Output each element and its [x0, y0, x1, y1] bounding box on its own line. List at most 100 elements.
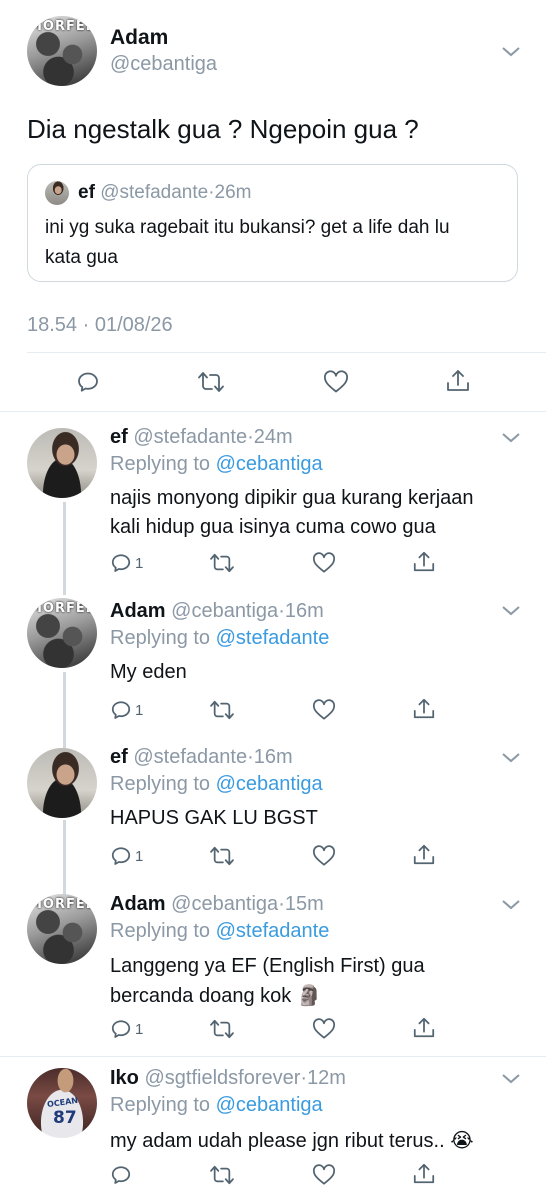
share-icon: [413, 1163, 435, 1184]
retweet-icon: [210, 846, 234, 866]
reply-text-line1: my adam udah please jgn ribut terus..: [110, 1130, 445, 1152]
reply-icon: [111, 554, 131, 572]
reply-time: 12m: [307, 1067, 346, 1089]
reply-icon: [111, 701, 131, 719]
replying-to-label: Replying to: [110, 1094, 211, 1116]
retweet-button[interactable]: [209, 1018, 235, 1040]
reply-author-handle[interactable]: @sgtfieldsforever: [144, 1067, 300, 1089]
reply-author-name[interactable]: Iko: [110, 1067, 139, 1089]
like-button[interactable]: [312, 1018, 336, 1040]
retweet-icon: [210, 700, 234, 720]
reply-author-name[interactable]: Adam: [110, 893, 166, 915]
share-icon: [447, 370, 469, 391]
reply-button[interactable]: [110, 1164, 132, 1186]
like-button[interactable]: [312, 845, 336, 867]
share-button[interactable]: [412, 1162, 436, 1186]
main-timestamp[interactable]: 18.54 · 01/08/26: [27, 314, 173, 337]
reply-button[interactable]: 1: [110, 845, 143, 867]
reply-count: 1: [135, 1020, 144, 1038]
quote-tweet-card[interactable]: ef @stefadante·26m ini yg suka ragebait …: [27, 164, 518, 282]
retweet-icon: [210, 1165, 234, 1185]
main-share-button[interactable]: [445, 368, 471, 394]
reply-text-line2: bercanda doang kok: [110, 985, 292, 1007]
retweet-button[interactable]: [209, 552, 235, 574]
quote-author-name: ef: [78, 182, 95, 203]
separator-dot: ·: [247, 746, 254, 768]
reply-author-avatar[interactable]: [27, 748, 97, 818]
reply-button[interactable]: 1: [110, 699, 143, 721]
main-like-button[interactable]: [323, 370, 349, 394]
like-icon: [324, 370, 348, 393]
reply-count: 1: [135, 554, 144, 572]
main-author-name[interactable]: Adam: [110, 26, 168, 50]
retweet-button[interactable]: [209, 1164, 235, 1186]
replying-to-label: Replying to: [110, 627, 211, 649]
replying-to-link[interactable]: @cebantiga: [216, 773, 323, 795]
reply-author-handle[interactable]: @cebantiga: [171, 893, 278, 915]
like-button[interactable]: [312, 1164, 336, 1186]
reply-author-handle[interactable]: @stefadante: [133, 746, 247, 768]
reply-author-name[interactable]: ef: [110, 746, 128, 768]
thread-line: [63, 820, 66, 895]
replying-to-label: Replying to: [110, 773, 211, 795]
replying-to-link[interactable]: @stefadante: [216, 920, 330, 942]
share-button[interactable]: [412, 550, 436, 574]
reply-author-avatar[interactable]: [27, 428, 97, 498]
reply-time: 24m: [253, 426, 293, 448]
reply-text-line1: najis monyong dipikir gua kurang kerjaan: [110, 487, 474, 509]
reply-text-line2: kali hidup gua isinya cuma cowo gua: [110, 516, 436, 538]
main-reply-button[interactable]: [76, 370, 100, 394]
thread-line: [63, 672, 66, 748]
separator-dot: ·: [247, 426, 254, 448]
reply-text-line1: Langgeng ya EF (English First) gua: [110, 955, 425, 977]
replying-to-link[interactable]: @cebantiga: [216, 1094, 323, 1116]
like-icon: [313, 699, 335, 720]
main-author-avatar[interactable]: MORFEE: [27, 16, 97, 86]
retweet-button[interactable]: [209, 699, 235, 721]
divider: [0, 411, 546, 412]
reply-author-avatar[interactable]: MORFEE: [27, 598, 97, 668]
chevron-down-icon[interactable]: [502, 606, 520, 616]
share-button[interactable]: [412, 843, 436, 867]
reply-author-name[interactable]: ef: [110, 426, 128, 448]
retweet-button[interactable]: [209, 845, 235, 867]
quote-text-line1: ini yg suka ragebait itu bukansi? get a …: [45, 217, 450, 238]
replying-to-link[interactable]: @stefadante: [216, 627, 330, 649]
separator-dot: ·: [278, 600, 285, 622]
like-button[interactable]: [312, 699, 336, 721]
quote-text-line2: kata gua: [45, 247, 118, 268]
reply-author-handle[interactable]: @cebantiga: [171, 600, 278, 622]
chevron-down-icon[interactable]: [502, 47, 520, 57]
main-author-handle[interactable]: @cebantiga: [110, 53, 217, 76]
retweet-icon: [198, 372, 224, 392]
chevron-down-icon[interactable]: [502, 900, 520, 910]
share-button[interactable]: [412, 697, 436, 721]
reply-icon: [111, 1166, 131, 1184]
like-icon: [313, 552, 335, 573]
avatar-overlay-text: MORFEE: [29, 897, 96, 912]
reply-button[interactable]: 1: [110, 552, 143, 574]
reply-button[interactable]: 1: [110, 1018, 143, 1040]
reply-author-name[interactable]: Adam: [110, 600, 166, 622]
avatar-overlay-text: MORFEE: [29, 601, 96, 616]
separator-dot: ·: [278, 893, 285, 915]
quote-author-avatar: [45, 181, 69, 205]
chevron-down-icon[interactable]: [502, 1074, 520, 1084]
quote-time: 26m: [214, 182, 252, 203]
chevron-down-icon[interactable]: [502, 433, 520, 443]
replying-to-link[interactable]: @cebantiga: [216, 453, 323, 475]
retweet-icon: [210, 553, 234, 573]
chevron-down-icon[interactable]: [502, 753, 520, 763]
reply-author-avatar[interactable]: MORFEE: [27, 894, 97, 964]
share-button[interactable]: [412, 1016, 436, 1040]
quote-author-handle: @stefadante: [100, 182, 209, 203]
share-icon: [413, 551, 435, 572]
like-button[interactable]: [312, 552, 336, 574]
like-icon: [313, 1018, 335, 1039]
share-icon: [413, 1017, 435, 1038]
reply-time: 15m: [284, 893, 324, 915]
reply-author-avatar[interactable]: OCEAN 87: [27, 1068, 97, 1138]
main-retweet-button[interactable]: [197, 370, 225, 394]
like-icon: [313, 845, 335, 866]
reply-author-handle[interactable]: @stefadante: [133, 426, 247, 448]
